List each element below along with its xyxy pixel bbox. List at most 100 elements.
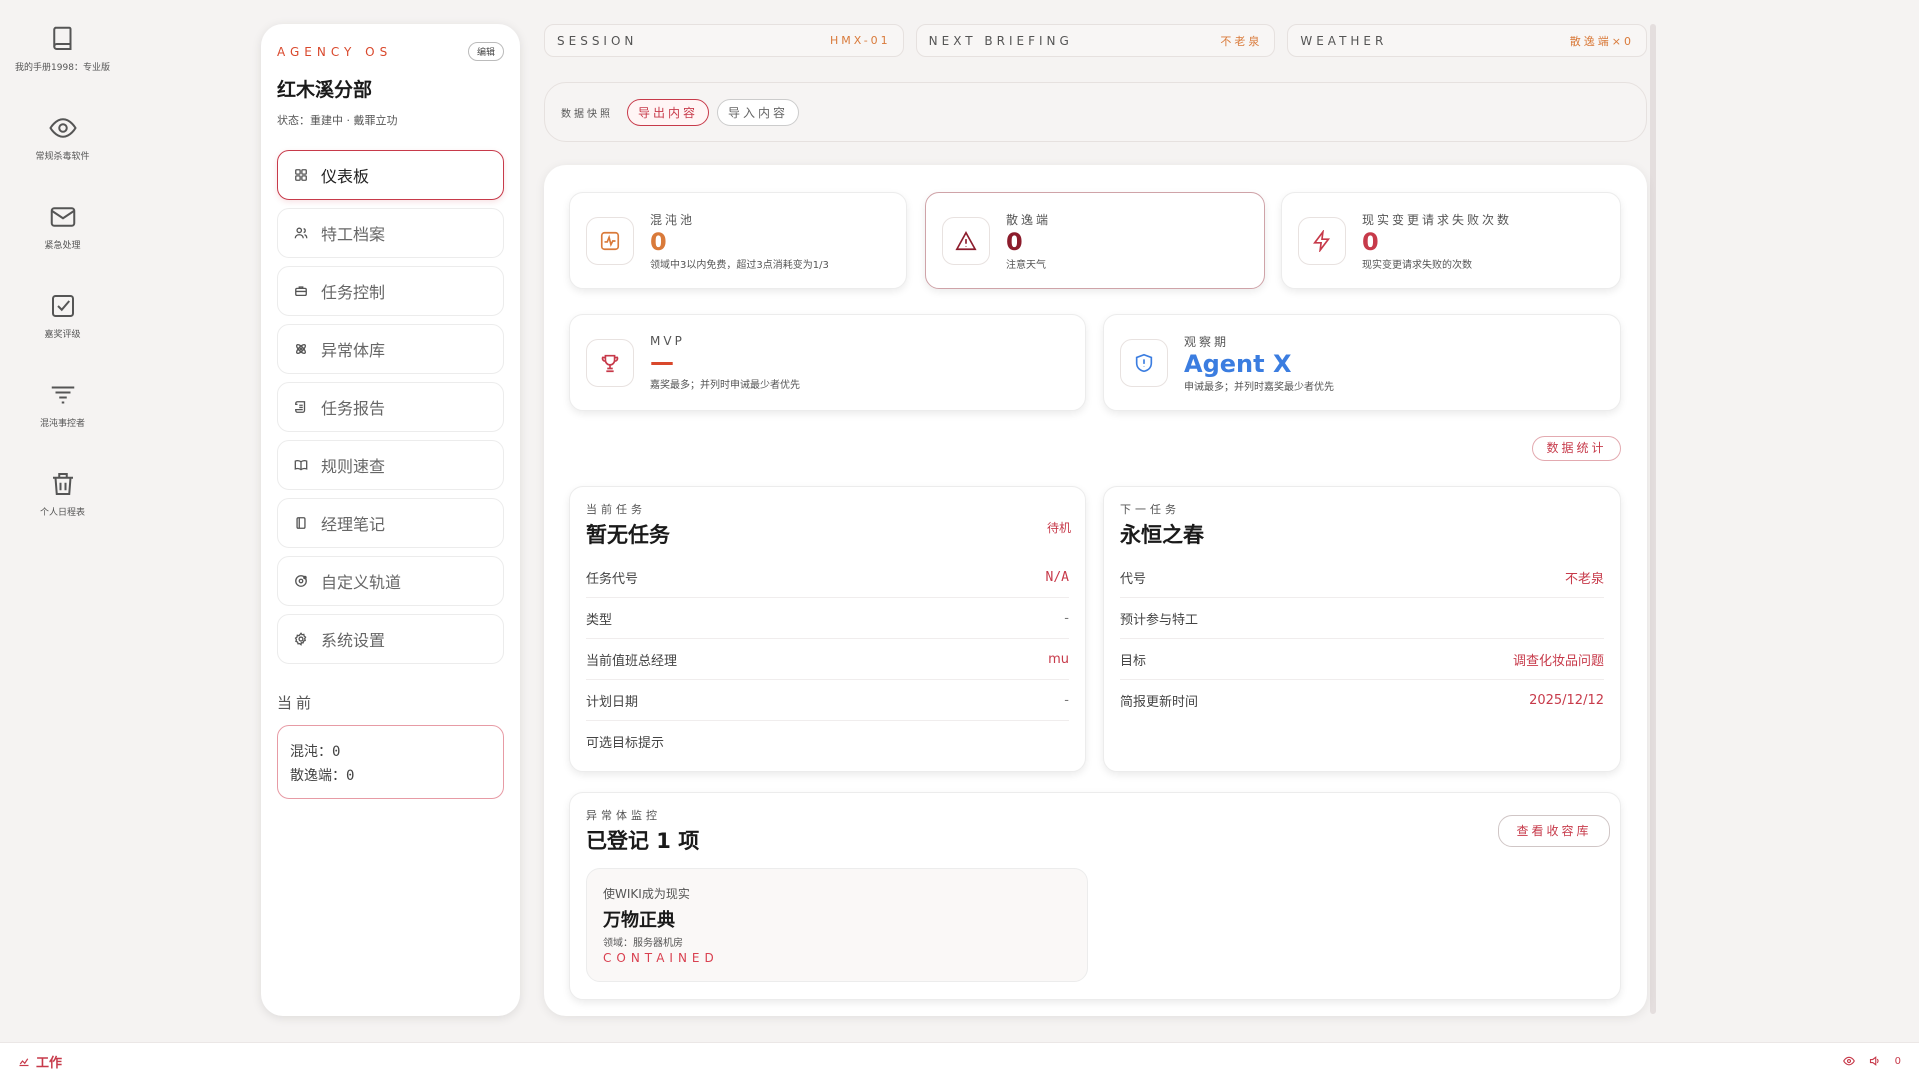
- detail-key: 计划日期: [586, 694, 639, 710]
- detail-key: 可选目标提示: [586, 736, 665, 751]
- watch-period-card: 观察期 Agent X 申诫最多；并列时嘉奖最少者优先: [1103, 314, 1621, 411]
- next-mission-title: 永恒之春: [1120, 523, 1204, 547]
- anomaly-subtitle: 使WIKI成为现实: [603, 887, 690, 901]
- current-section-title: 当前: [277, 694, 316, 712]
- branch-status: 状态：重建中 · 戴罪立功: [277, 114, 398, 127]
- view-containment-button[interactable]: 查看收容库: [1498, 815, 1610, 847]
- shield-icon: [1135, 353, 1153, 372]
- sidebar-nav: 仪表板 特工档案 任务控制 异常体库 任务报告 规则速查 经理笔记 自定义轨道: [277, 150, 504, 664]
- checkbox-icon: [51, 295, 74, 317]
- detail-row: 目标 调查化妆品问题: [1120, 639, 1604, 680]
- trophy-icon-box: [586, 338, 634, 387]
- work-label: 工作: [36, 1055, 63, 1071]
- stat-label: 混沌池: [650, 212, 696, 227]
- anomaly-title: 已登记 1 项: [586, 829, 700, 853]
- warning-icon: [955, 230, 977, 250]
- nav-item-rules[interactable]: 规则速查: [277, 440, 504, 490]
- stat-sub: 注意天气: [1006, 259, 1046, 271]
- detail-row: 当前值班总经理 mu: [586, 639, 1069, 680]
- desktop-icon-emergency[interactable]: 紧急处理: [10, 198, 115, 287]
- loose-ends-card: 散逸端 0 注意天气: [925, 192, 1265, 289]
- trophy-icon: [601, 354, 619, 372]
- nav-item-notes[interactable]: 经理笔记: [277, 498, 504, 548]
- current-status-box: 混沌：0 散逸端：0: [277, 725, 504, 799]
- nav-item-label: 任务报告: [321, 399, 386, 418]
- desktop-icon-manual[interactable]: 我的手册1998：专业版: [10, 20, 115, 109]
- edit-button[interactable]: 编辑: [467, 42, 504, 61]
- nav-item-agents[interactable]: 特工档案: [277, 208, 504, 258]
- nav-item-settings[interactable]: 系统设置: [277, 614, 504, 664]
- desktop-icons: 我的手册1998：专业版 常规杀毒软件 紧急处理 嘉奖评级 混沌事控者 个人日程…: [10, 20, 115, 554]
- detail-value: 不老泉: [1564, 571, 1604, 587]
- work-button[interactable]: 工作: [18, 1052, 62, 1071]
- detail-row: 计划日期 -: [586, 680, 1069, 721]
- session-pill: SESSION HMX-01: [544, 24, 904, 57]
- reality-change-card: 现实变更请求失败次数 0 现实变更请求失败的次数: [1281, 192, 1621, 289]
- detail-key: 类型: [586, 612, 613, 628]
- current-mission-kicker: 当前任务: [586, 503, 646, 516]
- eye-icon[interactable]: [1842, 1055, 1855, 1067]
- detail-value: 2025/12/12: [1529, 693, 1604, 708]
- nav-item-label: 经理笔记: [321, 515, 386, 534]
- desktop-icon-schedule[interactable]: 个人日程表: [10, 465, 115, 554]
- next-mission-card: 下一任务 永恒之春 代号 不老泉 预计参与特工 目标 调查化妆品问题 简报更新时间 2…: [1103, 486, 1621, 772]
- nav-item-mission-control[interactable]: 任务控制: [277, 266, 504, 316]
- anomaly-name: 万物正典: [603, 910, 675, 931]
- data-stats-button[interactable]: 数据统计: [1532, 436, 1621, 461]
- nav-item-label: 系统设置: [321, 631, 386, 650]
- mission-status-badge: 待机: [1046, 521, 1071, 535]
- current-loose-ends: 散逸端：0: [290, 768, 355, 784]
- next-mission-details: 代号 不老泉 预计参与特工 目标 调查化妆品问题 简报更新时间 2025/12/12: [1120, 557, 1604, 721]
- brand-label: AGENCY OS: [277, 44, 393, 59]
- desktop-icon-antivirus[interactable]: 常规杀毒软件: [10, 109, 115, 198]
- briefing-label: NEXT BRIEFING: [928, 33, 1073, 48]
- session-label: SESSION: [557, 33, 638, 48]
- anomaly-monitor-card: 异常体监控 已登记 1 项 查看收容库 使WIKI成为现实 万物正典 领域：服务…: [569, 792, 1621, 1000]
- desktop-icon-label: 混沌事控者: [39, 419, 85, 429]
- nav-item-reports[interactable]: 任务报告: [277, 382, 504, 432]
- current-chaos: 混沌：0: [290, 744, 341, 760]
- detail-row: 简报更新时间 2025/12/12: [1120, 680, 1604, 721]
- nav-item-label: 特工档案: [321, 225, 386, 244]
- nav-item-dashboard[interactable]: 仪表板: [277, 150, 504, 200]
- desktop-icon-label: 紧急处理: [44, 241, 81, 251]
- bolt-icon-box: [1298, 216, 1346, 265]
- desktop-icon-rating[interactable]: 嘉奖评级: [10, 287, 115, 376]
- stat-sub: 申诫最多；并列时嘉奖最少者优先: [1184, 381, 1334, 393]
- speaker-icon[interactable]: [1869, 1055, 1881, 1067]
- anomaly-list-item[interactable]: 使WIKI成为现实 万物正典 领域：服务器机房 CONTAINED: [586, 868, 1088, 982]
- mvp-card: MVP — 嘉奖最多；并列时申诫最少者优先: [569, 314, 1086, 411]
- nav-item-label: 规则速查: [321, 457, 386, 476]
- import-button[interactable]: 导入内容: [717, 98, 800, 126]
- eye-icon: [48, 118, 77, 138]
- export-button[interactable]: 导出内容: [627, 98, 710, 126]
- detail-row: 任务代号 N/A: [586, 557, 1069, 598]
- detail-key: 当前值班总经理: [586, 653, 678, 669]
- detail-row: 类型 -: [586, 598, 1069, 639]
- book-open-icon: [294, 460, 308, 471]
- stat-value: 0: [1362, 227, 1379, 256]
- tray-counter: 0: [1894, 1055, 1901, 1067]
- nav-item-tracks[interactable]: 自定义轨道: [277, 556, 504, 606]
- nav-item-anomalies[interactable]: 异常体库: [277, 324, 504, 374]
- stat-value: 0: [650, 227, 667, 256]
- current-mission-title: 暂无任务: [586, 523, 670, 547]
- stat-value: 0: [1006, 227, 1023, 256]
- detail-value: mu: [1048, 651, 1069, 667]
- detail-row: 代号 不老泉: [1120, 557, 1604, 598]
- weather-pill: WEATHER 散逸端×0: [1287, 24, 1648, 57]
- scrollbar[interactable]: [1650, 24, 1656, 1014]
- detail-row: 预计参与特工: [1120, 598, 1604, 639]
- desktop-icon-chaos[interactable]: 混沌事控者: [10, 376, 115, 465]
- desktop-icon-label: 我的手册1998：专业版: [15, 63, 110, 73]
- system-tray: 0: [1842, 1055, 1901, 1067]
- detail-key: 简报更新时间: [1120, 695, 1199, 710]
- weather-label: WEATHER: [1300, 33, 1388, 48]
- orbit-icon: [295, 575, 307, 587]
- scroll-icon: [295, 401, 306, 413]
- current-mission-card: 当前任务 暂无任务 待机 任务代号 N/A 类型 - 当前值班总经理 mu 计划日期 -…: [569, 486, 1086, 772]
- top-status-bar: SESSION HMX-01 NEXT BRIEFING 不老泉 WEATHER…: [544, 24, 1648, 57]
- users-icon: [294, 227, 308, 239]
- desktop-icon-label: 常规杀毒软件: [35, 152, 90, 162]
- anomaly-domain: 领域：服务器机房: [603, 938, 683, 949]
